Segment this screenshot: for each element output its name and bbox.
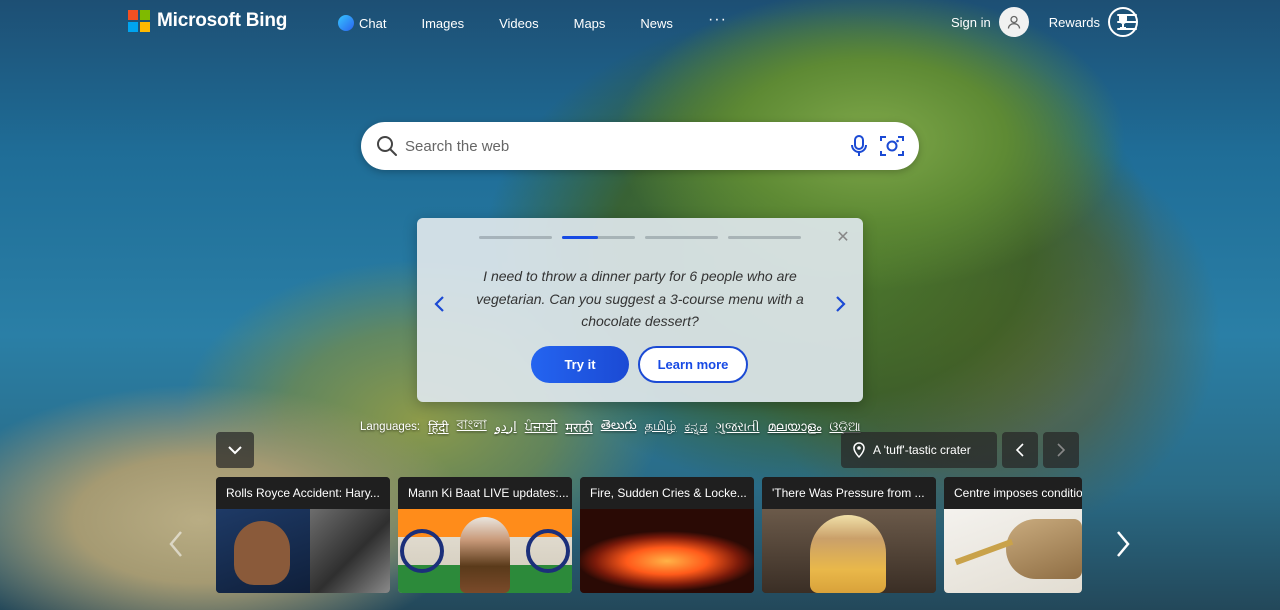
top-nav: Chat Images Videos Maps News ··· — [338, 11, 762, 31]
nav-maps[interactable]: Maps — [574, 16, 606, 31]
header: Microsoft Bing Chat Images Videos Maps N… — [0, 0, 1280, 46]
language-link[interactable]: ગુજરાતી — [715, 419, 759, 435]
search-icon[interactable] — [375, 134, 399, 158]
progress-step — [645, 236, 718, 239]
news-card[interactable]: Rolls Royce Accident: Hary... — [216, 477, 390, 593]
carousel-prev-icon[interactable] — [166, 528, 186, 560]
chevron-left-icon[interactable] — [431, 294, 449, 314]
chat-icon — [338, 15, 354, 31]
collapse-feed-button[interactable] — [216, 432, 254, 468]
avatar[interactable] — [998, 7, 1029, 37]
news-card[interactable]: Centre imposes conditio — [944, 477, 1082, 593]
language-link[interactable]: ಕನ್ನಡ — [684, 419, 707, 435]
language-link[interactable]: اردو — [495, 419, 517, 435]
microphone-icon[interactable] — [849, 134, 869, 158]
chat-suggestion-card: ✕ I need to throw a dinner party for 6 p… — [417, 218, 863, 402]
language-link[interactable]: हिंदी — [428, 418, 449, 436]
languages-label: Languages: — [360, 420, 421, 433]
card-progress — [479, 236, 801, 239]
nav-chat[interactable]: Chat — [338, 15, 386, 31]
close-icon[interactable]: ✕ — [835, 230, 851, 246]
news-thumbnail — [762, 509, 936, 593]
languages-bar: Languages: हिंदी বাংলা اردو ਪੰਜਾਬੀ मराठी… — [360, 416, 861, 437]
chevron-down-icon — [228, 446, 242, 455]
bing-logo[interactable]: Microsoft Bing — [128, 10, 287, 32]
language-link[interactable]: मराठी — [565, 418, 592, 436]
progress-step — [479, 236, 552, 239]
rewards-link[interactable]: Rewards — [1049, 15, 1100, 30]
language-link[interactable]: বাংলা — [457, 416, 487, 437]
chevron-right-icon[interactable] — [831, 294, 849, 314]
language-link[interactable]: ਪੰਜਾਬੀ — [525, 419, 558, 435]
news-title: Centre imposes conditio — [944, 477, 1082, 509]
progress-step — [728, 236, 801, 239]
news-title: Rolls Royce Accident: Hary... — [216, 477, 390, 509]
account-area: Sign in Rewards — [951, 7, 1138, 37]
image-caption: A 'tuff'-tastic crater — [873, 443, 971, 457]
news-card[interactable]: Mann Ki Baat LIVE updates:... — [398, 477, 572, 593]
carousel-next-icon[interactable] — [1113, 528, 1133, 560]
nav-chat-label: Chat — [359, 15, 387, 31]
learn-more-button[interactable]: Learn more — [638, 346, 748, 383]
progress-step-active — [562, 236, 635, 239]
location-pin-icon — [853, 442, 865, 458]
nav-images[interactable]: Images — [421, 16, 464, 31]
visual-search-icon[interactable] — [879, 134, 905, 158]
suggestion-text: I need to throw a dinner party for 6 peo… — [476, 268, 804, 329]
search-box — [361, 122, 919, 170]
news-thumbnail — [580, 509, 754, 593]
news-thumbnail — [216, 509, 390, 593]
image-info-button[interactable]: A 'tuff'-tastic crater — [841, 432, 997, 468]
language-link[interactable]: മലയാളം — [768, 419, 822, 435]
next-image-button[interactable] — [1043, 432, 1079, 468]
search-input[interactable] — [405, 134, 825, 158]
news-title: 'There Was Pressure from ... — [762, 477, 936, 509]
news-thumbnail — [944, 509, 1082, 593]
news-thumbnail — [398, 509, 572, 593]
nav-videos[interactable]: Videos — [499, 16, 539, 31]
language-link[interactable]: తెలుగు — [601, 417, 637, 436]
previous-image-button[interactable] — [1002, 432, 1038, 468]
language-link[interactable]: தமிழ் — [645, 418, 677, 435]
signin-link[interactable]: Sign in — [951, 15, 991, 30]
try-it-button[interactable]: Try it — [531, 346, 629, 383]
news-title: Mann Ki Baat LIVE updates:... — [398, 477, 572, 509]
hamburger-menu-icon[interactable] — [1117, 14, 1137, 30]
user-icon — [1007, 15, 1020, 29]
news-carousel: Rolls Royce Accident: Hary... Mann Ki Ba… — [216, 477, 1082, 593]
microsoft-logo-icon — [128, 10, 150, 32]
brand-name: Microsoft Bing — [157, 10, 288, 31]
chevron-right-icon — [1057, 443, 1066, 457]
chevron-left-icon — [1015, 443, 1024, 457]
news-card[interactable]: 'There Was Pressure from ... — [762, 477, 936, 593]
news-title: Fire, Sudden Cries & Locke... — [580, 477, 754, 509]
nav-more-button[interactable]: ··· — [708, 11, 727, 29]
nav-news[interactable]: News — [640, 16, 673, 31]
news-card[interactable]: Fire, Sudden Cries & Locke... — [580, 477, 754, 593]
